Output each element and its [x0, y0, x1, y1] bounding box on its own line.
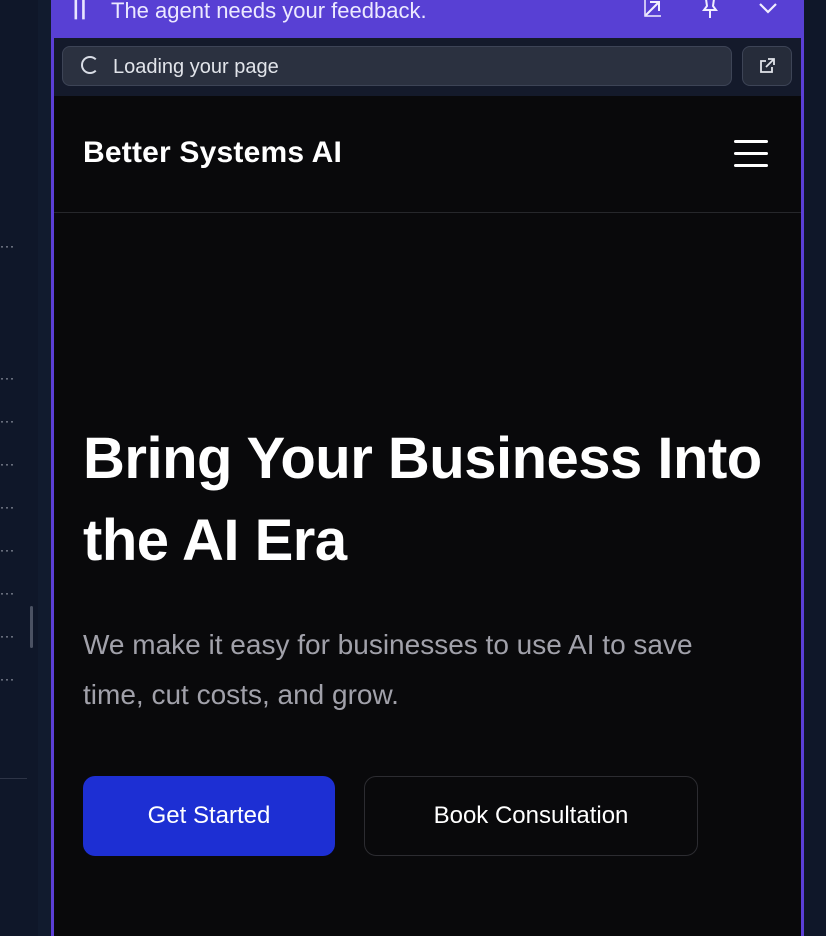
more-icon[interactable]: ··· — [0, 501, 15, 513]
book-consultation-button[interactable]: Book Consultation — [364, 776, 698, 856]
open-external-button[interactable] — [742, 46, 792, 86]
hamburger-menu-icon[interactable] — [734, 140, 768, 168]
loading-spinner-icon — [81, 56, 99, 74]
expand-arrow-icon[interactable] — [641, 0, 665, 20]
more-icon[interactable]: ··· — [0, 458, 15, 470]
more-icon[interactable]: ··· — [0, 415, 15, 427]
pin-icon[interactable] — [698, 0, 722, 20]
feedback-bar: || The agent needs your feedback. — [51, 0, 804, 38]
right-edge — [804, 0, 826, 936]
address-bar[interactable]: Loading your page — [62, 46, 732, 86]
more-icon[interactable]: ··· — [0, 673, 15, 685]
left-sidebar: ··· ··· ··· ··· ··· ··· ··· ··· ··· — [0, 0, 38, 936]
hero-title: Bring Your Business Into the AI Era — [83, 426, 762, 573]
chevron-down-icon[interactable] — [756, 0, 780, 20]
sidebar-divider — [0, 778, 27, 779]
more-icon[interactable]: ··· — [0, 630, 15, 642]
site-brand[interactable]: Better Systems AI — [83, 136, 342, 170]
sidebar-scrollbar[interactable] — [30, 606, 33, 648]
loading-text: Loading your page — [113, 56, 279, 78]
get-started-button[interactable]: Get Started — [83, 776, 335, 856]
more-icon[interactable]: ··· — [0, 587, 15, 599]
hero-subtitle: We make it easy for businesses to use AI… — [83, 629, 693, 710]
more-icon[interactable]: ··· — [0, 372, 15, 384]
more-icon[interactable]: ··· — [0, 240, 15, 252]
agent-panel: || The agent needs your feedback. Loadin… — [51, 0, 804, 936]
more-icon[interactable]: ··· — [0, 544, 15, 556]
external-link-icon — [760, 58, 775, 73]
feedback-message: The agent needs your feedback. — [111, 0, 427, 23]
browser-toolbar: Loading your page — [54, 38, 801, 96]
page-viewport: Better Systems AI Bring Your Business In… — [54, 96, 801, 936]
panel-gutter — [38, 0, 51, 936]
site-header: Better Systems AI — [54, 96, 801, 213]
pause-icon[interactable]: || — [73, 0, 88, 21]
